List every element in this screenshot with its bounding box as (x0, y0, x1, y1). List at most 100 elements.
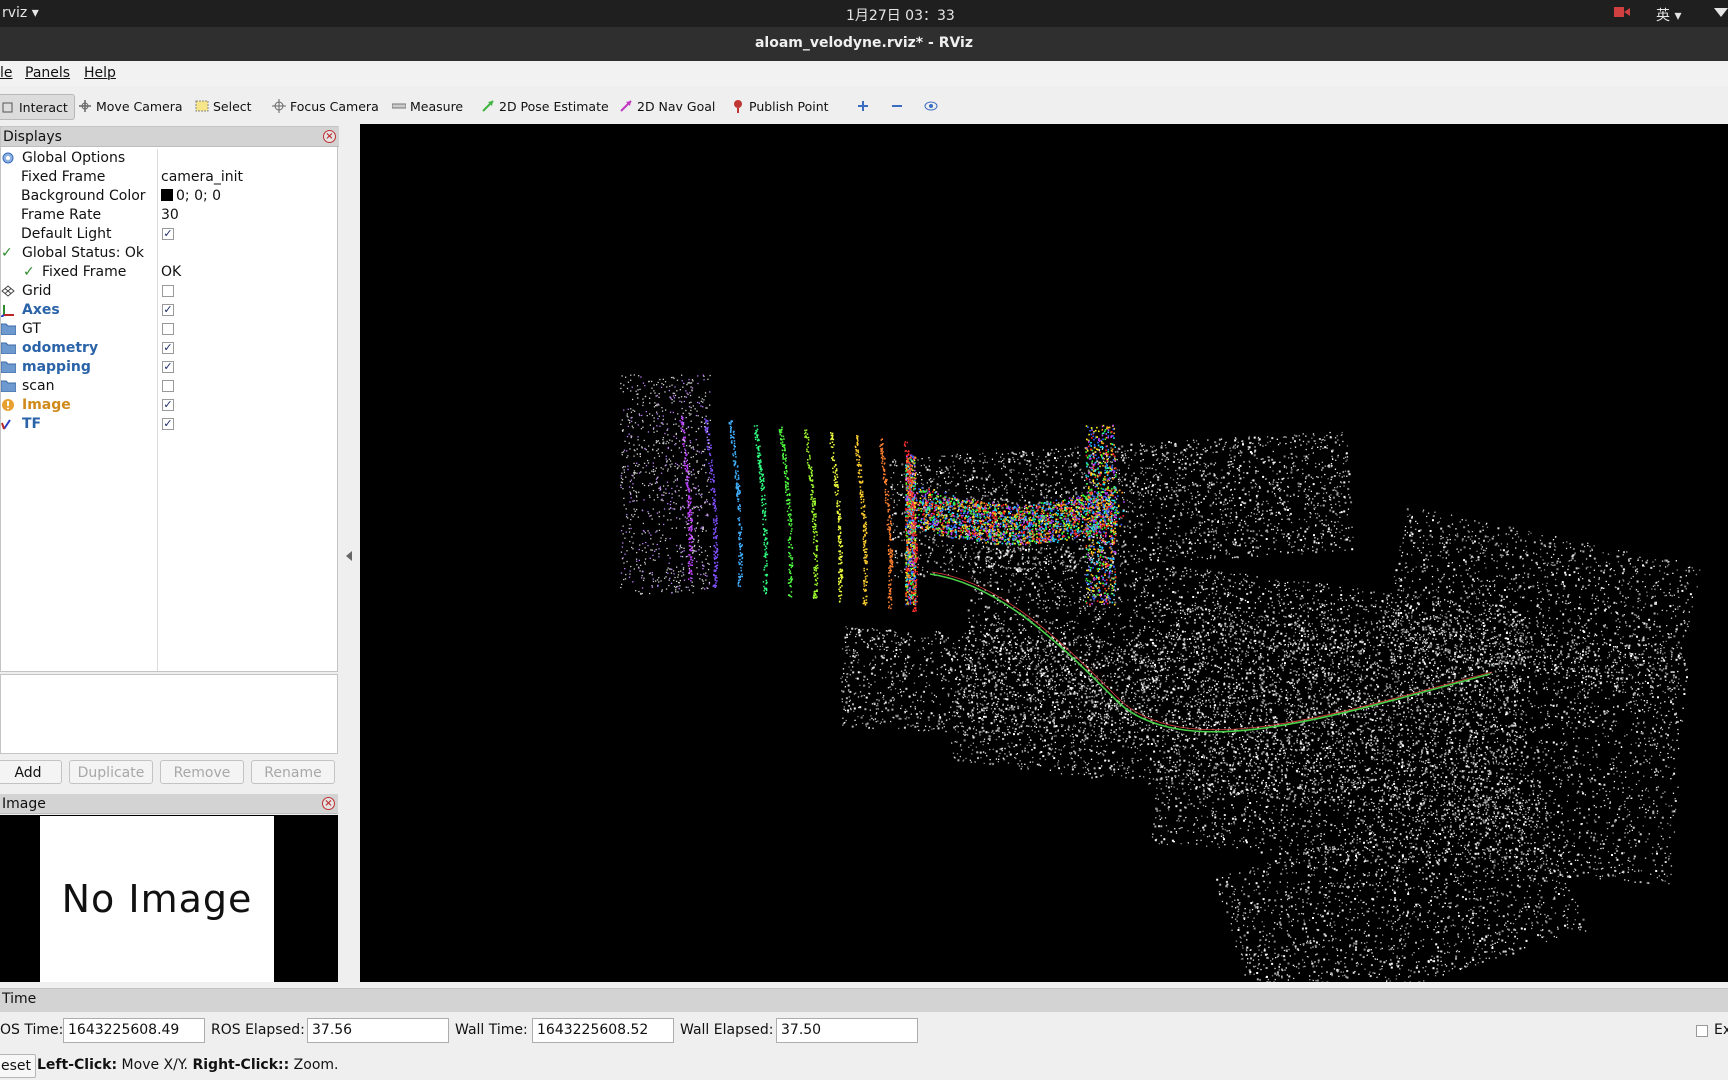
tree-row-global-options[interactable]: Global Options (1, 149, 337, 168)
tree-row-frame-rate[interactable]: Frame Rate 30 (1, 206, 337, 225)
magenta-arrow-icon (619, 99, 633, 113)
input-method-indicator[interactable]: 英 ▾ (1656, 5, 1681, 25)
remove-tool-button[interactable] (890, 94, 908, 118)
pose-estimate-tool-button[interactable]: 2D Pose Estimate (481, 94, 609, 118)
tree-row-default-light[interactable]: Default Light ✓ (1, 225, 337, 244)
wall-time-label: Wall Time: (455, 1022, 528, 1038)
move-camera-icon (78, 99, 92, 113)
image-close-icon[interactable]: × (322, 797, 335, 810)
display-item-grid[interactable]: Grid (1, 282, 337, 301)
display-item-scan[interactable]: scan (1, 377, 337, 396)
render-3d-viewport[interactable] (360, 124, 1728, 982)
gt-checkbox[interactable] (162, 323, 174, 335)
menu-file[interactable]: le (0, 65, 13, 81)
collapse-arrow-icon[interactable] (346, 550, 352, 565)
tree-row-fixed-frame[interactable]: Fixed Frame camera_init (1, 168, 337, 187)
add-display-button[interactable]: Add (0, 760, 62, 784)
camera-record-icon[interactable] (1614, 6, 1630, 22)
menu-help[interactable]: Help (84, 65, 116, 81)
plus-icon (856, 99, 870, 113)
tool-properties-button[interactable] (924, 94, 942, 118)
display-item-gt[interactable]: GT (1, 320, 337, 339)
menu-bar: le Panels Help (0, 61, 1728, 86)
folder-icon (1, 341, 16, 358)
wall-elapsed-field[interactable]: 37.50 (776, 1018, 918, 1043)
frame-rate-value[interactable]: 30 (161, 207, 179, 223)
ros-time-label: OS Time: (0, 1022, 63, 1038)
reset-button[interactable]: eset (0, 1054, 36, 1078)
eye-icon (924, 99, 938, 113)
system-menu-icon[interactable] (1714, 6, 1728, 22)
grid-checkbox[interactable] (162, 285, 174, 297)
rename-display-button[interactable]: Rename (251, 760, 335, 784)
tree-row-background-color[interactable]: Background Color 0; 0; 0 (1, 187, 337, 206)
ruler-icon (392, 99, 406, 113)
axes-checkbox[interactable]: ✓ (162, 304, 174, 316)
duplicate-display-button[interactable]: Duplicate (69, 760, 153, 784)
mapping-checkbox[interactable]: ✓ (162, 361, 174, 373)
display-item-mapping[interactable]: mapping ✓ (1, 358, 337, 377)
no-image-placeholder: No Image (40, 816, 274, 982)
wall-elapsed-label: Wall Elapsed: (680, 1022, 773, 1038)
select-tool-button[interactable]: Select (195, 94, 252, 118)
publish-point-tool-button[interactable]: Publish Point (731, 94, 829, 118)
status-bar: eset Left-Click: Move X/Y. Right-Click::… (0, 1050, 1728, 1080)
folder-icon (1, 379, 16, 396)
gear-icon (1, 151, 15, 169)
tf-icon (1, 417, 15, 435)
background-color-value[interactable]: 0; 0; 0 (161, 188, 221, 204)
minus-icon (890, 99, 904, 113)
select-icon (195, 99, 209, 113)
panel-splitter[interactable] (339, 126, 360, 982)
property-description-box (0, 674, 338, 754)
experimental-checkbox[interactable] (1696, 1025, 1708, 1037)
time-panel-header: Time (0, 988, 1728, 1012)
display-item-tf[interactable]: TF ✓ (1, 415, 337, 434)
tool-toolbar: Interact Move Camera Select Focus Camera… (0, 86, 1728, 127)
tree-row-global-status[interactable]: ✓ Global Status: Ok (1, 244, 337, 263)
add-tool-button[interactable] (856, 94, 874, 118)
remove-display-button[interactable]: Remove (160, 760, 244, 784)
scan-checkbox[interactable] (162, 380, 174, 392)
interact-icon (1, 100, 15, 114)
map-pin-icon (731, 99, 745, 113)
image-panel-title: Image (2, 796, 46, 812)
odometry-checkbox[interactable]: ✓ (162, 342, 174, 354)
folder-icon (1, 360, 16, 377)
displays-panel: Displays × Global Options Fixed Frame ca… (0, 126, 338, 672)
displays-close-icon[interactable]: × (323, 130, 336, 143)
tree-row-status-fixed-frame[interactable]: ✓ Fixed Frame OK (1, 263, 337, 282)
focus-camera-tool-button[interactable]: Focus Camera (272, 94, 379, 118)
tf-checkbox[interactable]: ✓ (162, 418, 174, 430)
grid-icon (1, 284, 15, 302)
display-item-odometry[interactable]: odometry ✓ (1, 339, 337, 358)
status-hint: Left-Click: Move X/Y. Right-Click:: Zoom… (37, 1057, 338, 1073)
measure-tool-button[interactable]: Measure (392, 94, 463, 118)
app-menu[interactable]: rviz ▾ (2, 5, 39, 21)
check-icon: ✓ (23, 264, 35, 280)
system-clock[interactable]: 1月27日 03：33 (846, 5, 955, 25)
axes-icon (1, 303, 15, 321)
menu-panels[interactable]: Panels (25, 65, 70, 81)
image-panel-header: Image × (0, 794, 338, 814)
folder-icon (1, 322, 16, 339)
ros-elapsed-field[interactable]: 37.56 (307, 1018, 449, 1043)
green-arrow-icon (481, 99, 495, 113)
default-light-checkbox[interactable]: ✓ (162, 228, 174, 240)
image-checkbox[interactable]: ✓ (162, 399, 174, 411)
ros-time-field[interactable]: 1643225608.49 (63, 1018, 205, 1043)
focus-camera-icon (272, 99, 286, 113)
interact-tool-button[interactable]: Interact (0, 94, 75, 120)
time-panel-title: Time (2, 991, 36, 1007)
displays-panel-title: Displays (3, 129, 62, 145)
display-item-axes[interactable]: Axes ✓ (1, 301, 337, 320)
window-title: aloam_velodyne.rviz* - RViz (0, 35, 1728, 51)
move-camera-tool-button[interactable]: Move Camera (78, 94, 183, 118)
fixed-frame-value[interactable]: camera_init (161, 169, 243, 185)
wall-time-field[interactable]: 1643225608.52 (532, 1018, 674, 1043)
ros-elapsed-label: ROS Elapsed: (211, 1022, 305, 1038)
window-titlebar: aloam_velodyne.rviz* - RViz (0, 27, 1728, 61)
displays-panel-header: Displays × (1, 127, 339, 147)
display-item-image[interactable]: Image ✓ (1, 396, 337, 415)
nav-goal-tool-button[interactable]: 2D Nav Goal (619, 94, 715, 118)
